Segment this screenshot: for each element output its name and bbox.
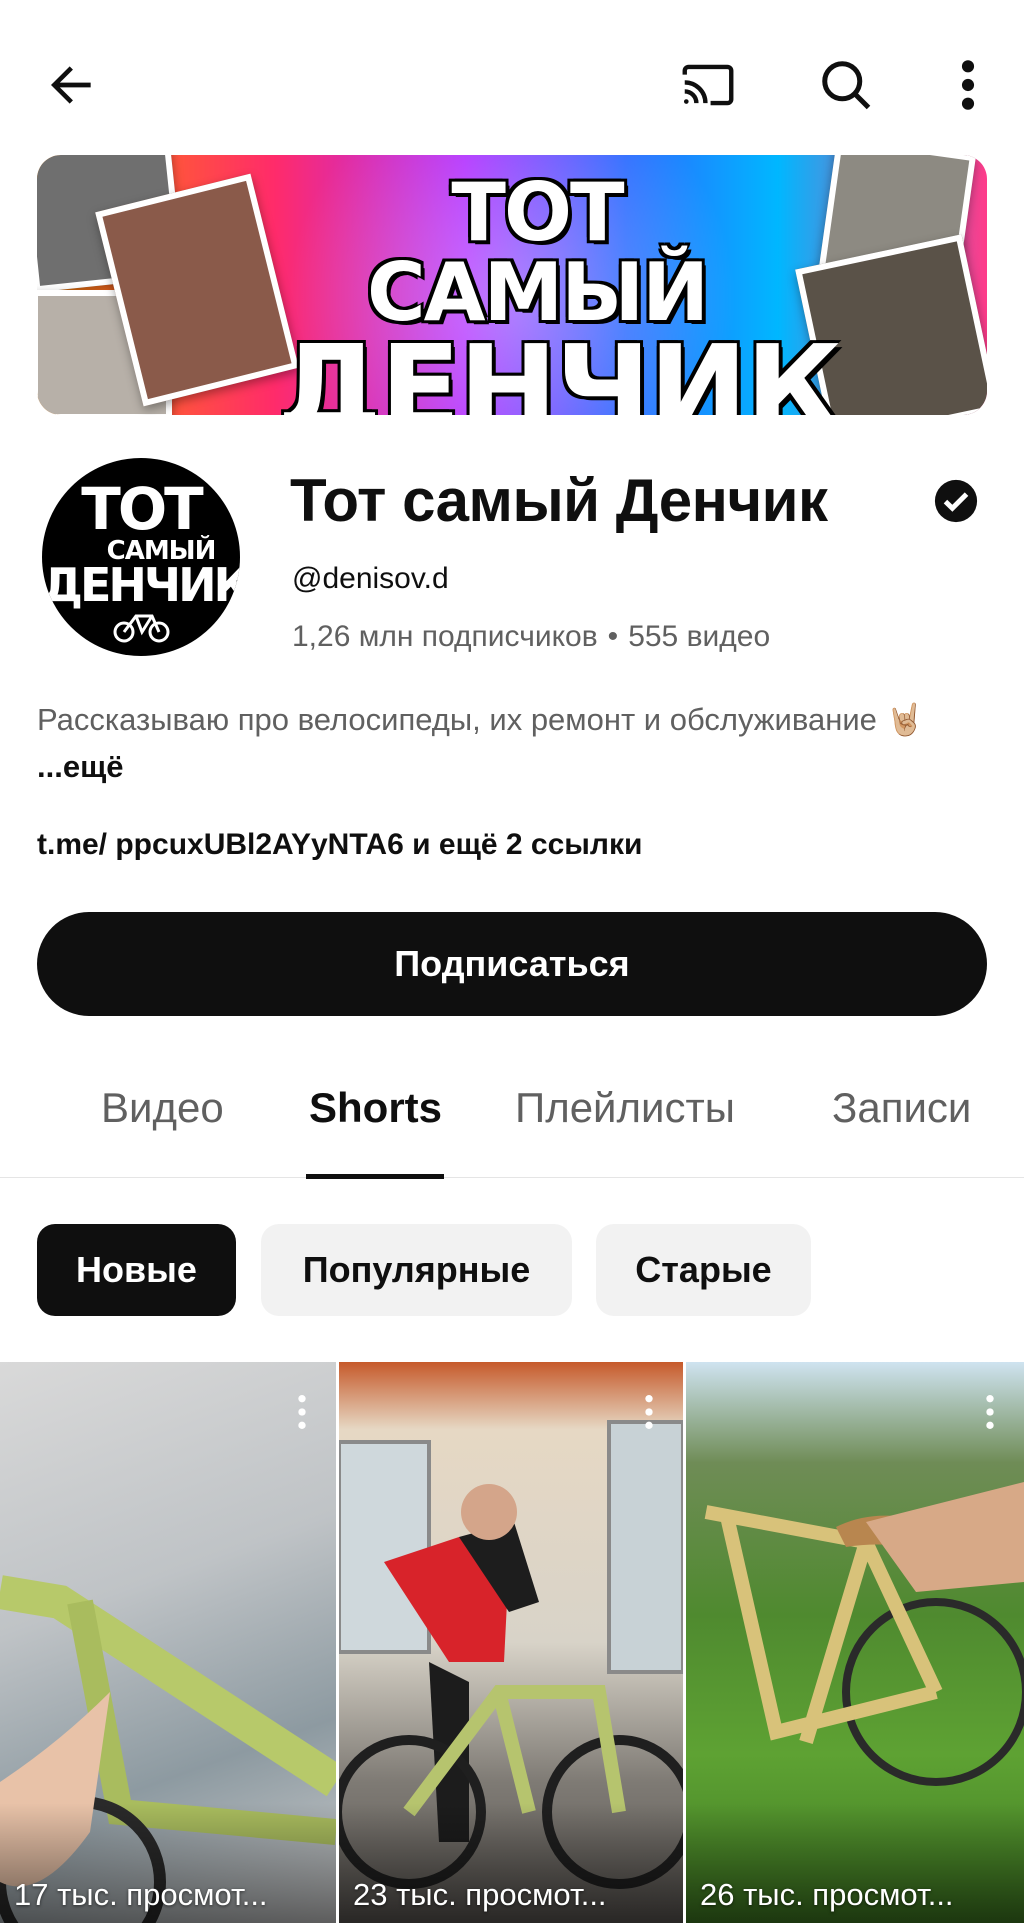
channel-handle: @denisov.d bbox=[292, 562, 449, 595]
bicycle-icon bbox=[113, 614, 170, 643]
short-view-count: 17 тыс. просмот... bbox=[14, 1877, 268, 1912]
short-view-count: 23 тыс. просмот... bbox=[353, 1877, 607, 1912]
chip-oldest[interactable]: Старые bbox=[596, 1224, 811, 1316]
shorts-grid: 17 тыс. просмот... 23 тыс. просмот... 26… bbox=[0, 1362, 1024, 1923]
short-view-count: 26 тыс. просмот... bbox=[700, 1877, 954, 1912]
more-vertical-icon[interactable] bbox=[928, 45, 1008, 125]
subscribe-button[interactable]: Подписаться bbox=[37, 912, 987, 1016]
description-text: Рассказываю про велосипеды, их ремонт и … bbox=[37, 702, 925, 737]
tab-videos[interactable]: Видео bbox=[101, 1084, 224, 1132]
tab-posts[interactable]: Записи bbox=[832, 1084, 971, 1132]
short-menu-icon[interactable] bbox=[290, 1392, 314, 1432]
top-app-bar bbox=[0, 0, 1024, 150]
channel-description[interactable]: Рассказываю про велосипеды, их ремонт и … bbox=[37, 696, 997, 790]
verified-badge-icon bbox=[934, 479, 978, 523]
channel-links[interactable]: t.me/ ppcuxUBl2AYyNTA6 и ещё 2 ссылки bbox=[37, 828, 642, 862]
banner-line-2: ДЕНЧИК bbox=[277, 319, 842, 415]
channel-stats: 1,26 млн подписчиков • 555 видео bbox=[292, 620, 770, 654]
channel-banner: ТОТ САМЫЙ ДЕНЧИК bbox=[37, 155, 987, 415]
channel-avatar[interactable]: ТОТ САМЫЙ ДЕНЧИК bbox=[42, 458, 240, 656]
short-menu-icon[interactable] bbox=[978, 1392, 1002, 1432]
channel-tabs: Видео Shorts Плейлисты Записи bbox=[0, 1060, 1024, 1179]
tab-playlists[interactable]: Плейлисты bbox=[515, 1084, 735, 1132]
avatar-line-1: ТОТ bbox=[81, 475, 203, 543]
video-count: 555 видео bbox=[628, 620, 771, 653]
channel-name: Тот самый Денчик bbox=[290, 467, 828, 534]
banner-line-1: ТОТ САМЫЙ bbox=[366, 166, 709, 339]
back-arrow-icon[interactable] bbox=[32, 45, 112, 125]
banner-logo-text: ТОТ САМЫЙ ДЕНЧИК bbox=[277, 166, 842, 416]
stats-separator: • bbox=[607, 620, 619, 653]
cast-icon[interactable] bbox=[668, 45, 748, 125]
short-menu-icon[interactable] bbox=[637, 1392, 661, 1432]
subscriber-count: 1,26 млн подписчиков bbox=[292, 620, 598, 653]
avatar-line-3: ДЕНЧИК bbox=[42, 558, 240, 612]
chip-popular[interactable]: Популярные bbox=[261, 1224, 572, 1316]
description-more-link[interactable]: ...ещё bbox=[37, 749, 123, 784]
chip-newest[interactable]: Новые bbox=[37, 1224, 236, 1316]
short-thumbnail[interactable]: 23 тыс. просмот... bbox=[339, 1362, 683, 1923]
active-tab-indicator bbox=[306, 1174, 444, 1179]
tab-shorts[interactable]: Shorts bbox=[309, 1084, 442, 1132]
short-thumbnail[interactable]: 17 тыс. просмот... bbox=[0, 1362, 336, 1923]
short-thumbnail[interactable]: 26 тыс. просмот... bbox=[686, 1362, 1024, 1923]
search-icon[interactable] bbox=[806, 45, 886, 125]
